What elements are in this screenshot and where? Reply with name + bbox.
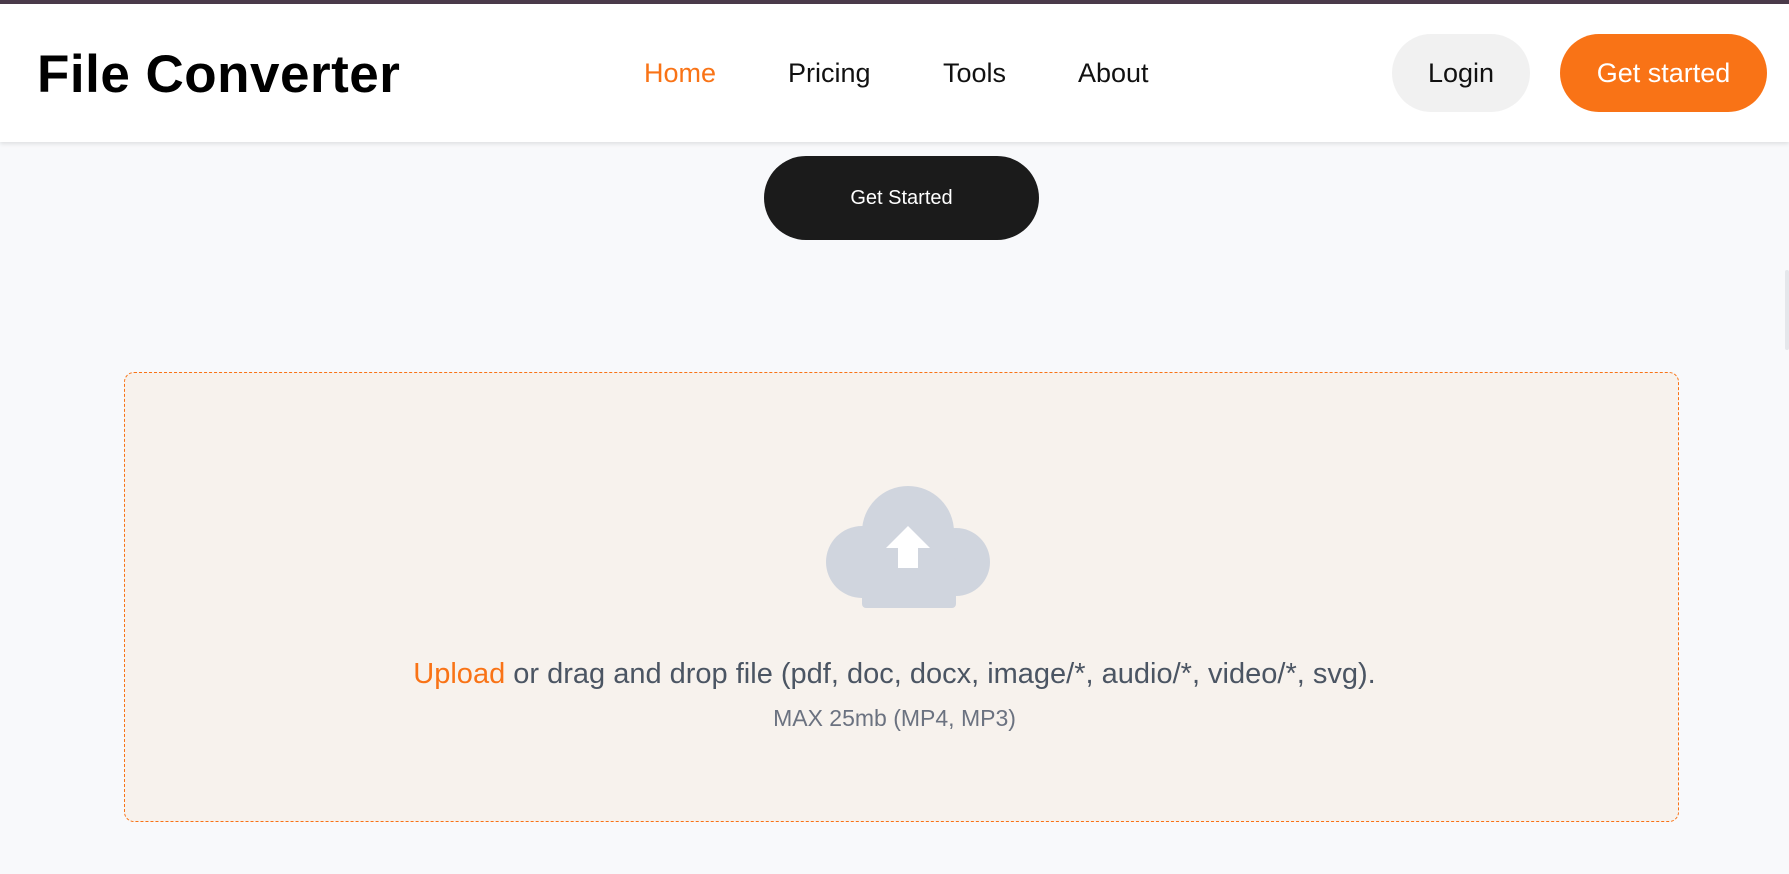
nav-tools[interactable]: Tools <box>943 58 1006 89</box>
nav-about[interactable]: About <box>1078 58 1149 89</box>
site-logo[interactable]: File Converter <box>37 44 400 105</box>
nav-home[interactable]: Home <box>644 58 716 89</box>
scroll-edge-indicator <box>1785 270 1789 350</box>
max-size-note: MAX 25mb (MP4, MP3) <box>773 705 1016 731</box>
site-header: File Converter Home Pricing Tools About … <box>0 4 1789 142</box>
nav-pricing[interactable]: Pricing <box>788 58 871 89</box>
upload-instructions: Upload or drag and drop file (pdf, doc, … <box>0 658 1789 691</box>
cloud-upload-icon <box>826 486 990 608</box>
upload-instructions-text: or drag and drop file (pdf, doc, docx, i… <box>505 658 1376 690</box>
login-button[interactable]: Login <box>1392 34 1530 112</box>
get-started-header-button[interactable]: Get started <box>1560 34 1767 112</box>
get-started-hero-button[interactable]: Get Started <box>764 156 1039 240</box>
upload-link[interactable]: Upload <box>413 658 505 690</box>
